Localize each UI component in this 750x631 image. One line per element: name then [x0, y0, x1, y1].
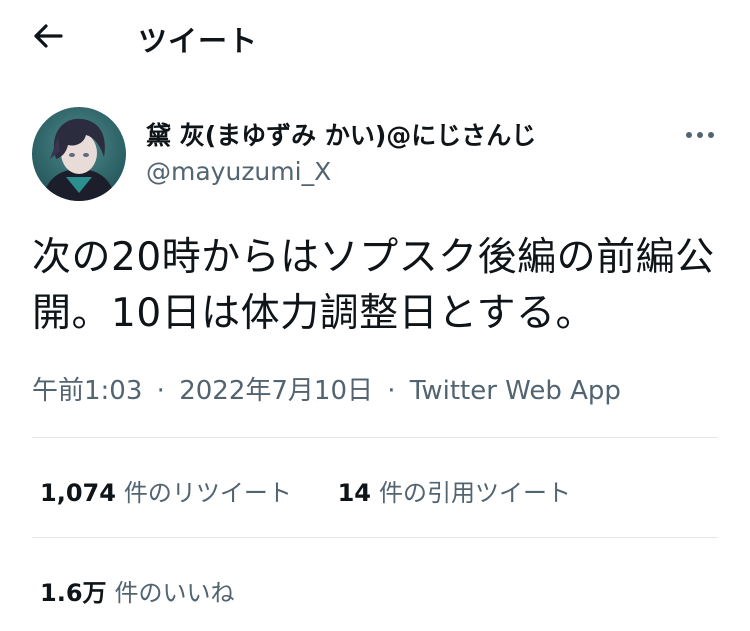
page-title: ツイート [138, 24, 259, 58]
quotes-stat[interactable]: 14 件の引用ツイート [338, 473, 571, 508]
likes-count: 1.6万 [40, 579, 107, 607]
likes-stat[interactable]: 1.6万 件のいいね [40, 573, 235, 608]
tweet-meta: 午前1:03 · 2022年7月10日 · Twitter Web App [32, 370, 621, 407]
back-button[interactable] [28, 20, 68, 56]
divider [32, 537, 718, 538]
tweet-time[interactable]: 午前1:03 [32, 376, 142, 406]
more-horizontal-icon [685, 124, 715, 143]
likes-row: 1.6万 件のいいね [40, 573, 235, 608]
divider [32, 437, 718, 438]
meta-separator: · [156, 376, 165, 406]
tweet-date[interactable]: 2022年7月10日 [179, 376, 373, 406]
tweet-author: 黛 灰(まゆずみ かい)@にじさんじ @mayuzumi_X [32, 107, 722, 203]
retweets-count: 1,074 [40, 479, 116, 507]
likes-label: 件のいいね [114, 579, 235, 607]
meta-separator: · [387, 376, 396, 406]
avatar[interactable] [32, 107, 126, 201]
more-options-button[interactable] [682, 117, 718, 149]
author-handle[interactable]: @mayuzumi_X [146, 157, 331, 186]
tweet-source[interactable]: Twitter Web App [410, 376, 621, 406]
arrow-left-icon [33, 23, 63, 53]
quotes-count: 14 [337, 479, 371, 507]
tweet-text: 次の20時からはソプスク後編の前編公開。10日は体力調整日とする。 [32, 235, 715, 336]
stats-row: 1,074 件のリツイート 14 件の引用ツイート [40, 473, 571, 508]
quotes-label: 件の引用ツイート [378, 479, 571, 507]
top-bar: ツイート [0, 0, 750, 75]
author-display-name[interactable]: 黛 灰(まゆずみ かい)@にじさんじ [146, 116, 536, 152]
retweets-stat[interactable]: 1,074 件のリツイート [40, 473, 292, 508]
retweets-label: 件のリツイート [123, 479, 292, 507]
